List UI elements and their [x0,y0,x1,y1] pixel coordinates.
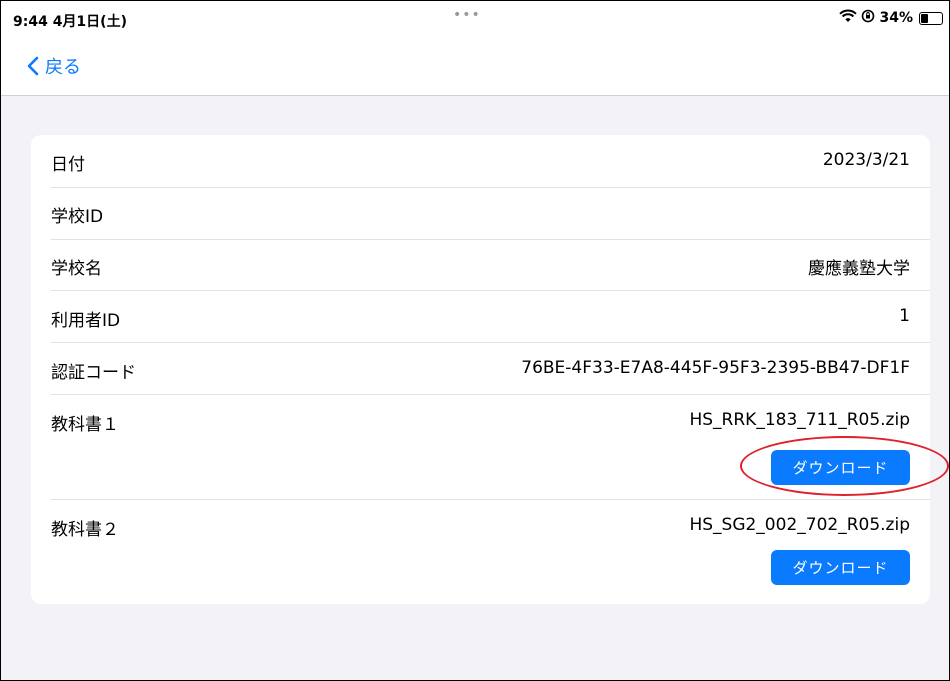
details-card: 日付 2023/3/21 学校ID 学校名 慶應義塾大学 利用者ID 1 認証コ… [31,135,930,604]
back-button[interactable]: 戻る [27,53,81,79]
row-school-name: 学校名 慶應義塾大学 [51,239,930,291]
textbook-1-label: 教科書１ [51,415,119,435]
textbook-1-file: HS_RRK_183_711_R05.zip [689,410,910,430]
orientation-lock-icon [861,9,875,27]
wifi-icon [839,9,858,27]
textbook-2-file: HS_SG2_002_702_R05.zip [689,515,910,535]
auth-code-label: 認証コード [51,363,136,383]
auth-code-value: 76BE-4F33-E7A8-445F-95F3-2395-BB47-DF1F [521,358,910,378]
school-name-label: 学校名 [51,259,102,279]
navigation-bar: 戻る [1,41,949,96]
row-user-id: 利用者ID 1 [51,291,930,343]
date-label: 日付 [51,155,85,175]
row-auth-code: 認証コード 76BE-4F33-E7A8-445F-95F3-2395-BB47… [51,343,930,395]
multitasking-dots[interactable]: ••• [453,7,481,23]
textbook-1-download-button[interactable]: ダウンロード [771,450,910,485]
battery-icon [919,11,943,25]
textbook-2-label: 教科書２ [51,520,119,540]
row-date: 日付 2023/3/21 [51,135,930,188]
status-time: 9:44 4月1日(土) [13,14,127,30]
battery-percent: 34% [879,10,913,26]
battery-level [921,13,929,23]
chevron-left-icon [27,56,39,76]
row-textbook-2: 教科書２ HS_SG2_002_702_R05.zip ダウンロード [51,500,930,604]
row-textbook-1: 教科書１ HS_RRK_183_711_R05.zip ダウンロード [51,395,930,500]
system-indicators: 34% [839,9,943,27]
school-id-label: 学校ID [51,207,104,227]
user-id-label: 利用者ID [51,311,121,331]
date-value: 2023/3/21 [822,150,910,170]
status-bar: 9:44 4月1日(土) ••• 34% [1,1,949,41]
back-label: 戻る [45,57,81,78]
user-id-value: 1 [899,306,910,326]
textbook-2-download-button[interactable]: ダウンロード [771,550,910,585]
row-school-id: 学校ID [51,187,930,240]
ipad-screen: 9:44 4月1日(土) ••• 34% 戻る 日付 2023/3/21 学校I… [0,0,950,681]
school-name-value: 慶應義塾大学 [808,259,910,279]
